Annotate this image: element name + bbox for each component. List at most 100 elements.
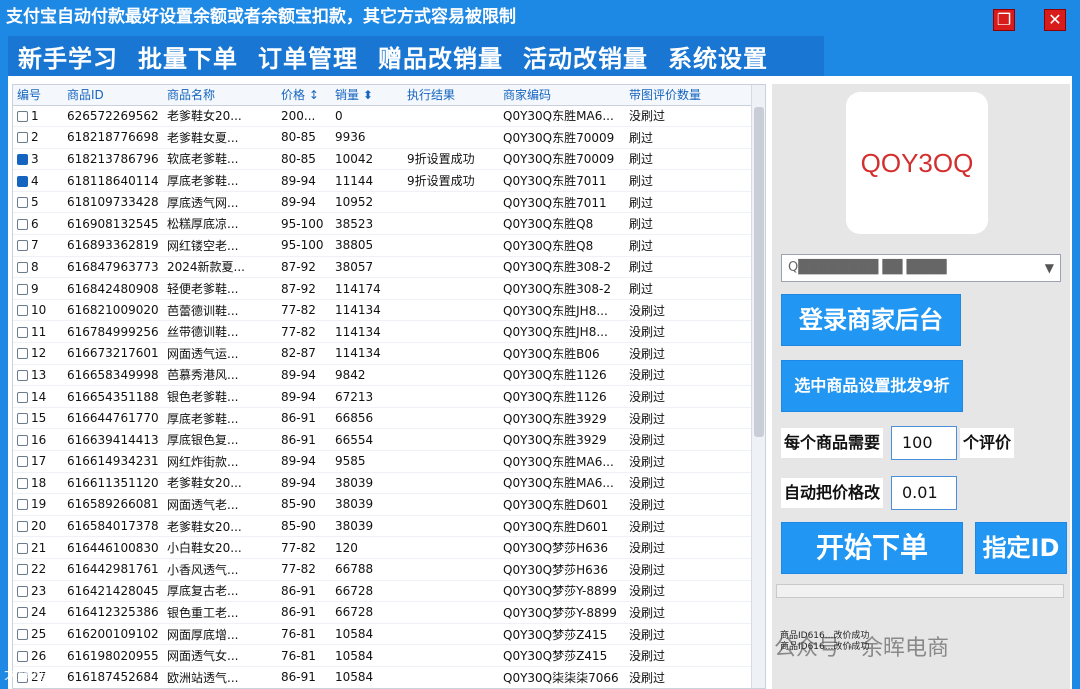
row-checkbox[interactable]	[17, 218, 28, 230]
menu-item-batch-order[interactable]: 批量下单	[128, 39, 248, 74]
row-checkbox[interactable]	[17, 391, 28, 403]
row-checkbox[interactable]	[17, 413, 28, 425]
row-checkbox[interactable]	[17, 650, 28, 662]
table-row[interactable]: 18 616611351120 老爹鞋女20... 89-94 38039 Q0Y30Q东…	[13, 472, 753, 495]
cell-no[interactable]: 1	[13, 105, 63, 128]
table-row[interactable]: 24 616412325386 银色重工老... 86-91 66728 Q0Y30Q梦莎…	[13, 601, 753, 624]
cell-no[interactable]: 8	[13, 256, 63, 279]
table-row[interactable]: 6 616908132545 松糕厚底凉... 95-100 38523 Q0Y30Q东胜…	[13, 212, 753, 236]
set-discount-button[interactable]: 选中商品设置批发9折	[781, 360, 963, 412]
cell-no[interactable]: 5	[13, 191, 63, 214]
cell-no[interactable]: 17	[13, 450, 63, 473]
table-row[interactable]: 15 616644761770 厚底老爹鞋... 86-91 66856 Q0Y30Q东胜…	[13, 407, 753, 430]
row-checkbox[interactable]	[17, 585, 28, 597]
chevron-down-icon[interactable]: ▼	[1045, 255, 1054, 281]
reviews-count-input[interactable]: 100	[891, 426, 957, 460]
col-header-no[interactable]: 编号	[13, 85, 63, 106]
row-checkbox[interactable]	[17, 542, 28, 554]
col-header-sales[interactable]: 销量 ⬍	[331, 85, 403, 106]
table-row[interactable]: 21 616446100830 小白鞋女20... 77-82 120 Q0Y30Q梦莎H…	[13, 536, 753, 559]
row-checkbox[interactable]	[17, 434, 28, 446]
row-checkbox[interactable]	[17, 607, 28, 619]
cell-no[interactable]: 21	[13, 536, 63, 559]
cell-no[interactable]: 19	[13, 493, 63, 516]
table-row[interactable]: 19 616589266081 网面透气老... 85-90 38039 Q0Y30Q东胜…	[13, 493, 753, 516]
row-checkbox[interactable]	[17, 197, 28, 209]
col-header-name[interactable]: 商品名称	[163, 85, 277, 106]
login-merchant-button[interactable]: 登录商家后台	[781, 294, 961, 346]
row-checkbox[interactable]	[17, 110, 28, 122]
row-checkbox[interactable]	[17, 348, 28, 360]
table-row[interactable]: 16 616639414413 厚底银色复... 86-91 66554 Q0Y30Q东胜…	[13, 428, 753, 451]
account-select[interactable]: Q████████ ██ ████ ▼	[781, 254, 1061, 282]
menu-item-activity-sales[interactable]: 活动改销量	[513, 39, 658, 74]
table-row[interactable]: 9 616842480908 轻便老爹鞋... 87-92 114174 Q0Y30Q东胜…	[13, 277, 753, 300]
row-checkbox[interactable]	[17, 305, 28, 317]
product-grid[interactable]: 编号 商品ID 商品名称 价格 ↕ 销量 ⬍ 执行结果 商家编码 带图评价数量 …	[12, 84, 766, 689]
cell-no[interactable]: 4	[13, 169, 63, 192]
table-row[interactable]: 22 616442981761 小香风透气... 77-82 66788 Q0Y30Q梦莎…	[13, 558, 753, 581]
table-row[interactable]: 2 618218776698 老爹鞋女夏... 80-85 9936 Q0Y30Q东胜70…	[13, 126, 753, 149]
row-checkbox[interactable]	[17, 521, 28, 533]
row-checkbox[interactable]	[17, 240, 28, 252]
start-order-button[interactable]: 开始下单	[781, 522, 963, 574]
cell-no[interactable]: 23	[13, 580, 63, 603]
table-row[interactable]: 10 616821009020 芭蕾德训鞋... 77-82 114134 Q0Y30Q东…	[13, 299, 753, 322]
table-row[interactable]: 5 618109733428 厚底透气网... 89-94 10952 Q0Y30Q东胜7…	[13, 191, 753, 214]
menu-item-settings[interactable]: 系统设置	[658, 39, 778, 74]
cell-no[interactable]: 7	[13, 234, 63, 257]
table-row[interactable]: 12 616673217601 网面透气运... 82-87 114134 Q0Y30Q东…	[13, 342, 753, 365]
col-header-result[interactable]: 执行结果	[403, 85, 499, 106]
close-icon[interactable]: ✕	[1044, 9, 1066, 31]
row-checkbox[interactable]	[17, 456, 28, 468]
vertical-scrollbar[interactable]	[751, 85, 765, 688]
cell-no[interactable]: 24	[13, 601, 63, 624]
table-row[interactable]: 11 616784999256 丝带德训鞋... 77-82 114134 Q0Y30Q东…	[13, 320, 753, 344]
table-row[interactable]: 13 616658349998 芭慕秀港风... 89-94 9842 Q0Y30Q东胜1…	[13, 364, 753, 387]
cell-no[interactable]: 2	[13, 126, 63, 149]
table-row[interactable]: 17 616614934231 网红炸街款... 89-94 9585 Q0Y30Q东胜M…	[13, 450, 753, 473]
cell-no[interactable]: 14	[13, 385, 63, 408]
row-checkbox[interactable]	[17, 477, 28, 489]
row-checkbox[interactable]	[17, 132, 28, 144]
table-row[interactable]: 23 616421428045 厚底复古老... 86-91 66728 Q0Y30Q梦莎…	[13, 580, 753, 603]
table-row[interactable]: 3 618213786796 软底老爹鞋... 80-85 10042 9折设置成功 Q0Y…	[13, 148, 753, 171]
table-row[interactable]: 14 616654351188 银色老爹鞋... 89-94 67213 Q0Y30Q东胜…	[13, 385, 753, 408]
cell-no[interactable]: 3	[13, 148, 63, 171]
table-row[interactable]: 27 616187452684 欧洲站透气... 86-91 10584 Q0Y30Q柒柒…	[13, 666, 753, 688]
table-row[interactable]: 25 616200109102 网面厚底增... 76-81 10584 Q0Y30Q梦莎…	[13, 623, 753, 646]
table-row[interactable]: 1 626572269562 老爹鞋女20... 200... 0 Q0Y30Q东胜MA6…	[13, 105, 753, 128]
col-header-code[interactable]: 商家编码	[499, 85, 625, 106]
menu-item-gift-sales[interactable]: 赠品改销量	[368, 39, 513, 74]
cell-no[interactable]: 13	[13, 364, 63, 387]
row-checkbox[interactable]	[17, 283, 28, 295]
cell-no[interactable]: 15	[13, 407, 63, 430]
restore-icon[interactable]: ❐	[993, 9, 1015, 31]
menu-item-newbie[interactable]: 新手学习	[8, 39, 128, 74]
menu-item-order-manage[interactable]: 订单管理	[248, 39, 368, 74]
table-row[interactable]: 26 616198020955 网面透气女... 76-81 10584 Q0Y30Q梦莎…	[13, 644, 753, 667]
row-checkbox[interactable]	[17, 499, 28, 511]
cell-no[interactable]: 6	[13, 212, 63, 236]
row-checkbox[interactable]	[17, 175, 28, 187]
cell-no[interactable]: 12	[13, 342, 63, 365]
col-header-price[interactable]: 价格 ↕	[277, 85, 331, 106]
assign-id-button[interactable]: 指定ID	[975, 522, 1067, 574]
table-row[interactable]: 20 616584017378 老爹鞋女20... 85-90 38039 Q0Y30Q东…	[13, 515, 753, 538]
row-checkbox[interactable]	[17, 629, 28, 641]
cell-no[interactable]: 9	[13, 277, 63, 300]
row-checkbox[interactable]	[17, 326, 28, 338]
table-row[interactable]: 4 618118640114 厚底老爹鞋... 89-94 11144 9折设置成功 Q0Y…	[13, 169, 753, 192]
cell-no[interactable]: 10	[13, 299, 63, 322]
table-row[interactable]: 7 616893362819 网红镂空老... 95-100 38805 Q0Y30Q东胜…	[13, 234, 753, 257]
row-checkbox[interactable]	[17, 564, 28, 576]
col-header-review[interactable]: 带图评价数量	[625, 85, 753, 106]
table-row[interactable]: 8 616847963773 2024新款夏... 87-92 38057 Q0Y30Q东…	[13, 256, 753, 279]
row-checkbox[interactable]	[17, 369, 28, 381]
cell-no[interactable]: 22	[13, 558, 63, 581]
row-checkbox[interactable]	[17, 153, 28, 165]
cell-no[interactable]: 18	[13, 472, 63, 495]
cell-no[interactable]: 25	[13, 623, 63, 646]
cell-no[interactable]: 11	[13, 320, 63, 344]
price-value-input[interactable]: 0.01	[891, 476, 957, 510]
